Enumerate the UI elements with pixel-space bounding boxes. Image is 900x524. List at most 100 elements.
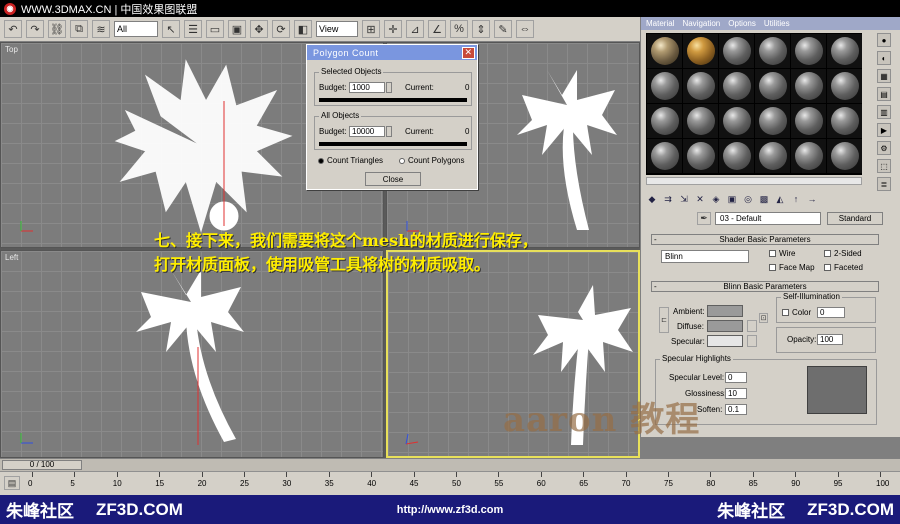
make-unique-icon[interactable]: ◈ xyxy=(710,193,722,205)
background-icon[interactable]: ▦ xyxy=(877,69,891,83)
backlight-icon[interactable]: ◐ xyxy=(877,51,891,65)
material-slot[interactable] xyxy=(755,69,790,103)
material-slot[interactable] xyxy=(791,34,826,68)
two-sided-checkbox[interactable]: 2-Sided xyxy=(824,249,862,258)
self-illum-color-checkbox[interactable]: Color xyxy=(782,308,811,317)
count-triangles-radio[interactable]: Count Triangles xyxy=(318,156,383,165)
material-slot[interactable] xyxy=(827,139,862,173)
specular-map-button[interactable] xyxy=(747,335,757,347)
wire-checkbox[interactable]: Wire xyxy=(769,249,795,258)
self-illum-value-input[interactable]: 0 xyxy=(817,307,845,318)
shader-type-dropdown[interactable]: Blinn xyxy=(661,250,749,263)
redo-icon[interactable]: ↷ xyxy=(26,20,44,38)
options-icon[interactable]: ⚙ xyxy=(877,141,891,155)
soften-input[interactable]: 0.1 xyxy=(725,404,747,415)
mini-curve-editor-icon[interactable]: ▤ xyxy=(4,476,20,490)
specular-swatch[interactable] xyxy=(707,335,743,347)
dialog-close-icon[interactable]: ✕ xyxy=(462,46,475,59)
viewport-left-label[interactable]: Left xyxy=(5,253,18,262)
diffuse-map-button[interactable] xyxy=(747,320,757,332)
video-color-check-icon[interactable]: ▥ xyxy=(877,105,891,119)
faceted-checkbox[interactable]: Faceted xyxy=(824,263,863,272)
snap-icon[interactable]: ⊿ xyxy=(406,20,424,38)
angle-snap-icon[interactable]: ∠ xyxy=(428,20,446,38)
slots-scrollbar[interactable] xyxy=(646,177,862,185)
material-slot[interactable] xyxy=(647,104,682,138)
material-type-button[interactable]: Standard xyxy=(827,212,883,225)
assign-to-selection-icon[interactable]: ⇲ xyxy=(678,193,690,205)
mirror-icon[interactable]: ⇔ xyxy=(516,20,534,38)
put-to-library-icon[interactable]: ▣ xyxy=(726,193,738,205)
named-selection-icon[interactable]: ✎ xyxy=(494,20,512,38)
link-icon[interactable]: ⛓ xyxy=(48,20,66,38)
material-slot[interactable] xyxy=(755,139,790,173)
percent-snap-icon[interactable]: % xyxy=(450,20,468,38)
show-map-icon[interactable]: ▩ xyxy=(758,193,770,205)
undo-icon[interactable]: ↶ xyxy=(4,20,22,38)
opacity-input[interactable]: 100 xyxy=(817,334,843,345)
blinn-rollout-header[interactable]: - Blinn Basic Parameters xyxy=(651,281,879,292)
rotate-icon[interactable]: ⟳ xyxy=(272,20,290,38)
all-budget-input[interactable]: 10000 xyxy=(349,126,385,137)
all-budget-spinner[interactable] xyxy=(386,126,392,137)
selection-filter-dropdown[interactable]: All xyxy=(114,21,158,37)
material-slot[interactable] xyxy=(791,69,826,103)
footer-url[interactable]: http://www.zf3d.com xyxy=(397,504,504,516)
polygon-count-titlebar[interactable]: Polygon Count ✕ xyxy=(307,45,477,60)
menu-navigation[interactable]: Navigation xyxy=(682,19,720,28)
select-by-name-icon[interactable]: ☰ xyxy=(184,20,202,38)
window-crossing-icon[interactable]: ▣ xyxy=(228,20,246,38)
shader-rollout-header[interactable]: - Shader Basic Parameters xyxy=(651,234,879,245)
sample-type-icon[interactable]: ● xyxy=(877,33,891,47)
viewport-left[interactable]: Left xyxy=(0,250,384,458)
viewport-top-label[interactable]: Top xyxy=(5,45,18,54)
material-slot[interactable] xyxy=(791,139,826,173)
select-manipulate-icon[interactable]: ✛ xyxy=(384,20,402,38)
material-slot[interactable] xyxy=(683,139,718,173)
material-navigator-icon[interactable]: ≣ xyxy=(877,177,891,191)
go-forward-sibling-icon[interactable]: → xyxy=(806,193,818,205)
uv-tiling-icon[interactable]: ▤ xyxy=(877,87,891,101)
delete-icon[interactable]: ✕ xyxy=(694,193,706,205)
material-slot[interactable] xyxy=(719,34,754,68)
menu-options[interactable]: Options xyxy=(728,19,756,28)
material-effects-icon[interactable]: ◎ xyxy=(742,193,754,205)
material-slot[interactable] xyxy=(647,139,682,173)
go-to-parent-icon[interactable]: ↑ xyxy=(790,193,802,205)
get-material-icon[interactable]: ◆ xyxy=(646,193,658,205)
track-bar[interactable]: ▤ 0 5 10 15 20 25 30 35 40 45 50 55 60 65 70 75 80 85 90 95… xyxy=(0,471,900,495)
lock-ambient-diffuse-icon[interactable]: ⊏ xyxy=(659,307,669,333)
material-slot[interactable] xyxy=(683,34,718,68)
selected-budget-input[interactable]: 1000 xyxy=(349,82,385,93)
count-polygons-radio[interactable]: Count Polygons xyxy=(399,156,464,165)
material-slot[interactable] xyxy=(755,34,790,68)
pivot-icon[interactable]: ⊞ xyxy=(362,20,380,38)
show-end-result-icon[interactable]: ◭ xyxy=(774,193,786,205)
time-slider[interactable]: 0 / 100 xyxy=(0,458,900,471)
material-slot[interactable] xyxy=(791,104,826,138)
rect-selection-icon[interactable]: ▭ xyxy=(206,20,224,38)
material-slot[interactable] xyxy=(719,69,754,103)
eyedropper-icon[interactable]: ✒ xyxy=(697,212,711,225)
material-slot[interactable] xyxy=(827,69,862,103)
diffuse-swatch[interactable] xyxy=(707,320,743,332)
put-to-scene-icon[interactable]: ⇉ xyxy=(662,193,674,205)
material-slot[interactable] xyxy=(827,34,862,68)
selected-budget-spinner[interactable] xyxy=(386,82,392,93)
unlink-icon[interactable]: ⧉ xyxy=(70,20,88,38)
menu-material[interactable]: Material xyxy=(646,19,674,28)
specular-level-input[interactable]: 0 xyxy=(725,372,747,383)
bind-spacewarp-icon[interactable]: ≋ xyxy=(92,20,110,38)
menu-utilities[interactable]: Utilities xyxy=(764,19,790,28)
ref-coord-dropdown[interactable]: View xyxy=(316,21,358,37)
material-slot[interactable] xyxy=(647,69,682,103)
material-slot[interactable] xyxy=(719,139,754,173)
material-slot[interactable] xyxy=(719,104,754,138)
material-name-field[interactable]: 03 - Default xyxy=(715,212,821,225)
material-slot[interactable] xyxy=(683,69,718,103)
material-slot[interactable] xyxy=(647,34,682,68)
scale-icon[interactable]: ◧ xyxy=(294,20,312,38)
close-button[interactable]: Close xyxy=(365,172,421,186)
spinner-snap-icon[interactable]: ⇕ xyxy=(472,20,490,38)
lock-icon[interactable]: ⊡ xyxy=(759,313,768,323)
